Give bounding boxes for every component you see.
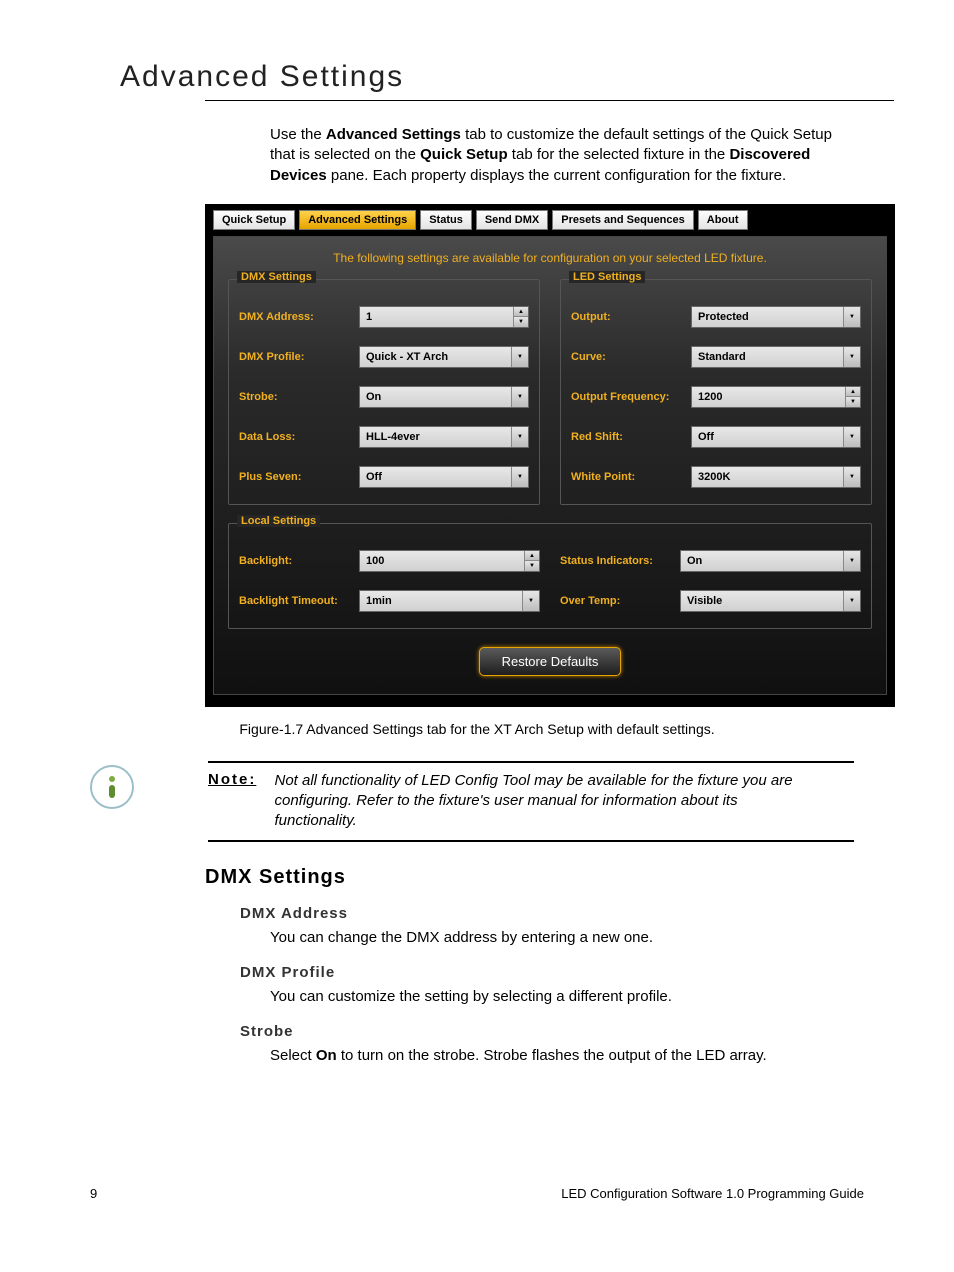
input-curve[interactable]: Standard ▼ (691, 346, 861, 368)
text-strobe: Select On to turn on the strobe. Strobe … (270, 1046, 854, 1066)
label-dmx-profile: DMX Profile: (239, 351, 349, 363)
label-curve: Curve: (571, 351, 681, 363)
label-dmx-address: DMX Address: (239, 311, 349, 323)
row-over-temp: Over Temp: Visible ▼ (560, 590, 861, 612)
heading-dmx-profile: DMX Profile (240, 964, 894, 981)
input-plus-seven[interactable]: Off ▼ (359, 466, 529, 488)
dropdown-icon[interactable]: ▼ (844, 307, 860, 327)
label-status-indicators: Status Indicators: (560, 555, 670, 567)
spinner-up-icon[interactable]: ▲ (514, 307, 528, 317)
dropdown-icon[interactable]: ▼ (512, 347, 528, 367)
label-white-point: White Point: (571, 471, 681, 483)
input-output[interactable]: Protected ▼ (691, 306, 861, 328)
row-status-indicators: Status Indicators: On ▼ (560, 550, 861, 572)
spinner-down-icon[interactable]: ▼ (514, 316, 528, 327)
row-plus-seven: Plus Seven: Off ▼ (239, 466, 529, 488)
input-over-temp[interactable]: Visible ▼ (680, 590, 861, 612)
note-label: Note: (208, 771, 256, 788)
note-body: Not all functionality of LED Config Tool… (275, 771, 815, 832)
panel-body: The following settings are available for… (213, 236, 887, 695)
tab-send-dmx[interactable]: Send DMX (476, 210, 548, 230)
spinner-down-icon[interactable]: ▼ (846, 396, 860, 407)
label-red-shift: Red Shift: (571, 431, 681, 443)
text-dmx-profile: You can customize the setting by selecti… (270, 987, 854, 1007)
intro-paragraph: Use the Advanced Settings tab to customi… (270, 125, 854, 186)
footer-doc-title: LED Configuration Software 1.0 Programmi… (561, 1186, 864, 1201)
dropdown-icon[interactable]: ▼ (844, 591, 860, 611)
figure-caption: Figure-1.7 Advanced Settings tab for the… (60, 721, 894, 737)
dropdown-icon[interactable]: ▼ (844, 467, 860, 487)
input-white-point[interactable]: 3200K ▼ (691, 466, 861, 488)
group-title-dmx: DMX Settings (237, 271, 316, 283)
info-icon (90, 765, 134, 809)
tab-about[interactable]: About (698, 210, 748, 230)
text-dmx-address: You can change the DMX address by enteri… (270, 928, 854, 948)
row-curve: Curve: Standard ▼ (571, 346, 861, 368)
input-red-shift[interactable]: Off ▼ (691, 426, 861, 448)
spinner-down-icon[interactable]: ▼ (525, 560, 539, 571)
label-over-temp: Over Temp: (560, 595, 670, 607)
row-strobe: Strobe: On ▼ (239, 386, 529, 408)
page-title: Advanced Settings (120, 60, 894, 94)
row-output-frequency: Output Frequency: 1200 ▲ ▼ (571, 386, 861, 408)
input-output-frequency[interactable]: 1200 ▲ ▼ (691, 386, 861, 408)
spinner-up-icon[interactable]: ▲ (525, 551, 539, 561)
group-dmx-settings: DMX Settings DMX Address: 1 ▲ ▼ DMX Prof… (228, 279, 540, 505)
input-dmx-address[interactable]: 1 ▲ ▼ (359, 306, 529, 328)
row-white-point: White Point: 3200K ▼ (571, 466, 861, 488)
tab-status[interactable]: Status (420, 210, 472, 230)
tab-presets-sequences[interactable]: Presets and Sequences (552, 210, 694, 230)
dropdown-icon[interactable]: ▼ (512, 387, 528, 407)
group-title-led: LED Settings (569, 271, 645, 283)
tab-quick-setup[interactable]: Quick Setup (213, 210, 295, 230)
label-output-frequency: Output Frequency: (571, 391, 681, 403)
note-block: Note: Not all functionality of LED Confi… (208, 761, 854, 842)
heading-dmx-address: DMX Address (240, 905, 894, 922)
dropdown-icon[interactable]: ▼ (844, 347, 860, 367)
row-dmx-profile: DMX Profile: Quick - XT Arch ▼ (239, 346, 529, 368)
group-led-settings: LED Settings Output: Protected ▼ Curve: … (560, 279, 872, 505)
input-backlight-timeout[interactable]: 1min ▼ (359, 590, 540, 612)
label-strobe: Strobe: (239, 391, 349, 403)
dropdown-icon[interactable]: ▼ (523, 591, 539, 611)
input-status-indicators[interactable]: On ▼ (680, 550, 861, 572)
tab-advanced-settings[interactable]: Advanced Settings (299, 210, 416, 230)
dropdown-icon[interactable]: ▼ (512, 467, 528, 487)
input-data-loss[interactable]: HLL-4ever ▼ (359, 426, 529, 448)
restore-defaults-button[interactable]: Restore Defaults (479, 647, 622, 676)
input-strobe[interactable]: On ▼ (359, 386, 529, 408)
label-data-loss: Data Loss: (239, 431, 349, 443)
heading-strobe: Strobe (240, 1023, 894, 1040)
section-dmx-settings: DMX Settings (205, 866, 894, 889)
row-backlight: Backlight: 100 ▲ ▼ (239, 550, 540, 572)
tab-strip: Quick Setup Advanced Settings Status Sen… (213, 210, 887, 230)
footer-page-number: 9 (90, 1186, 97, 1201)
input-backlight[interactable]: 100 ▲ ▼ (359, 550, 540, 572)
row-dmx-address: DMX Address: 1 ▲ ▼ (239, 306, 529, 328)
row-output: Output: Protected ▼ (571, 306, 861, 328)
spinner-up-icon[interactable]: ▲ (846, 387, 860, 397)
input-dmx-profile[interactable]: Quick - XT Arch ▼ (359, 346, 529, 368)
row-red-shift: Red Shift: Off ▼ (571, 426, 861, 448)
row-backlight-timeout: Backlight Timeout: 1min ▼ (239, 590, 540, 612)
dropdown-icon[interactable]: ▼ (844, 427, 860, 447)
label-output: Output: (571, 311, 681, 323)
dropdown-icon[interactable]: ▼ (844, 551, 860, 571)
row-data-loss: Data Loss: HLL-4ever ▼ (239, 426, 529, 448)
label-plus-seven: Plus Seven: (239, 471, 349, 483)
group-title-local: Local Settings (237, 515, 320, 527)
label-backlight: Backlight: (239, 555, 349, 567)
dropdown-icon[interactable]: ▼ (512, 427, 528, 447)
panel-caption: The following settings are available for… (228, 251, 872, 265)
label-backlight-timeout: Backlight Timeout: (239, 595, 349, 607)
group-local-settings: Local Settings Backlight: 100 ▲ ▼ (228, 523, 872, 629)
advanced-settings-panel: Quick Setup Advanced Settings Status Sen… (205, 204, 895, 707)
title-rule (205, 100, 894, 101)
